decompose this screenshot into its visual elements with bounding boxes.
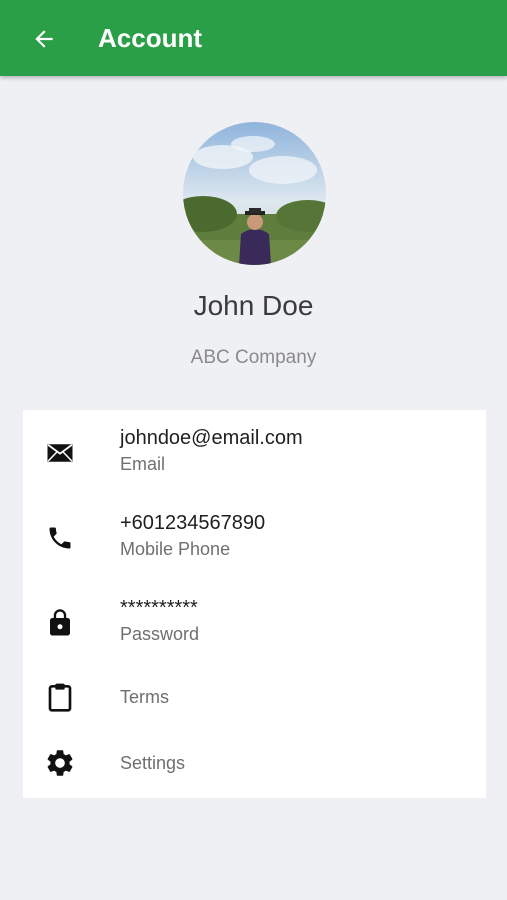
email-row[interactable]: johndoe@email.com Email bbox=[23, 418, 486, 490]
email-label: Email bbox=[120, 454, 166, 474]
terms-label: Terms bbox=[120, 687, 169, 707]
password-value: ********** bbox=[120, 597, 198, 619]
phone-label: Mobile Phone bbox=[120, 539, 231, 559]
mail-icon bbox=[43, 436, 77, 470]
profile-header: John Doe ABC Company bbox=[0, 76, 507, 410]
back-button[interactable] bbox=[22, 17, 66, 61]
app-bar: Account bbox=[0, 0, 507, 76]
phone-value: +601234567890 bbox=[120, 512, 266, 534]
terms-row[interactable]: Terms bbox=[23, 664, 486, 730]
password-label: Password bbox=[120, 624, 200, 644]
lock-icon bbox=[43, 606, 77, 640]
password-row[interactable]: ********** Password bbox=[23, 588, 486, 660]
gear-icon bbox=[43, 746, 77, 780]
phone-row[interactable]: +601234567890 Mobile Phone bbox=[23, 503, 486, 575]
settings-row[interactable]: Settings bbox=[23, 730, 486, 796]
account-details-card: johndoe@email.com Email +601234567890 Mo… bbox=[23, 410, 486, 798]
email-value: johndoe@email.com bbox=[120, 427, 303, 449]
phone-icon bbox=[43, 521, 77, 555]
arrow-left-icon bbox=[35, 30, 53, 48]
profile-name: John Doe bbox=[193, 290, 314, 321]
profile-company: ABC Company bbox=[190, 347, 317, 368]
clipboard-icon bbox=[43, 680, 77, 714]
settings-label: Settings bbox=[120, 753, 186, 773]
page-title: Account bbox=[98, 23, 202, 53]
avatar bbox=[183, 122, 326, 265]
